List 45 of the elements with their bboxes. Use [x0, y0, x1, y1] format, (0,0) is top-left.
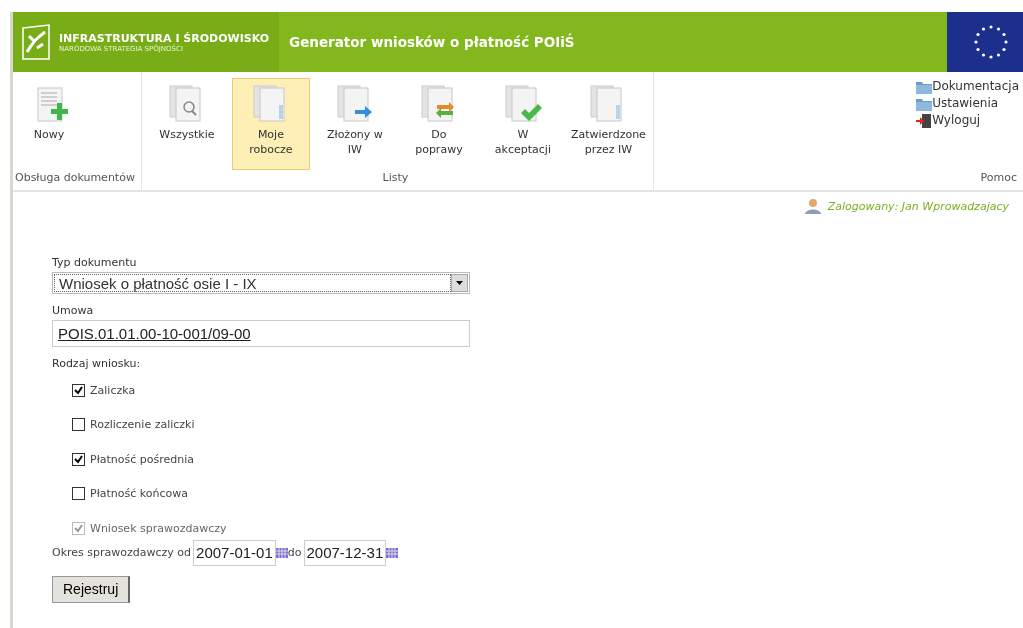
user-icon: [803, 198, 822, 214]
flag-icon: [947, 12, 1023, 72]
toolbar-button[interactable]: Zatwierdzone przez IW: [567, 78, 649, 170]
checkbox[interactable]: [72, 487, 85, 501]
toolbar-button[interactable]: W akceptacji: [483, 78, 562, 170]
toolbar-button[interactable]: Wszystkie: [147, 78, 226, 170]
checkbox-label: Płatność pośrednia: [90, 452, 195, 466]
checkbox[interactable]: [72, 452, 85, 466]
date-field[interactable]: 2007-01-01: [193, 539, 276, 566]
folder-icon: [916, 96, 933, 111]
calendar-icon[interactable]: [386, 547, 399, 558]
checkbox-label: Zaliczka: [90, 383, 136, 397]
group-label: Pomoc: [979, 171, 1018, 186]
menu-link[interactable]: Dokumentacja: [916, 78, 1019, 95]
period-to-label: do: [287, 546, 302, 559]
group-label: Obsługa dokumentów: [14, 171, 136, 186]
door-icon: [916, 113, 933, 128]
toolbar-button[interactable]: Nowy: [17, 78, 81, 170]
menu-link[interactable]: Ustawienia: [916, 95, 999, 112]
app-title: Generator wniosków o płatność POIiŚ: [289, 34, 576, 50]
menu-link[interactable]: Wyloguj: [916, 112, 981, 129]
register-button[interactable]: Rejestruj: [52, 575, 131, 603]
toolbar-button[interactable]: Moje robocze: [231, 78, 310, 170]
contract-field[interactable]: POIS.01.01.00-10-001/09-00: [52, 320, 470, 347]
checkbox[interactable]: [72, 418, 85, 432]
period-label: Okres sprawozdawczy od: [52, 546, 192, 559]
calendar-icon[interactable]: [275, 547, 288, 558]
field-label: Umowa: [52, 304, 94, 317]
checkbox-label: Rozliczenie zaliczki: [90, 418, 195, 432]
document-icon: [502, 83, 543, 123]
folder-icon: [916, 79, 933, 94]
field-label: Typ dokumentu: [52, 256, 137, 269]
checkbox-label: Wniosek sprawozdawczy: [90, 521, 227, 535]
dropdown-arrow-icon: [451, 274, 468, 292]
checkbox-label: Płatność końcowa: [90, 487, 188, 501]
field-label: Rodzaj wniosku:: [52, 357, 141, 370]
logo-icon: [21, 24, 51, 60]
date-field[interactable]: 2007-12-31: [303, 539, 387, 566]
toolbar-button[interactable]: Do poprawy: [399, 78, 478, 170]
toolbar-button[interactable]: Złożony w IW: [315, 78, 394, 170]
logged-in-user: Zalogowany: Jan Wprowadzajacy: [827, 199, 1009, 213]
brand-name: INFRASTRUKTURA I ŚRODOWISKO: [59, 31, 270, 45]
document-type-select[interactable]: Wniosek o płatność osie I - IX: [52, 272, 470, 294]
group-label: Listy: [381, 171, 410, 186]
checkbox[interactable]: [72, 383, 85, 397]
